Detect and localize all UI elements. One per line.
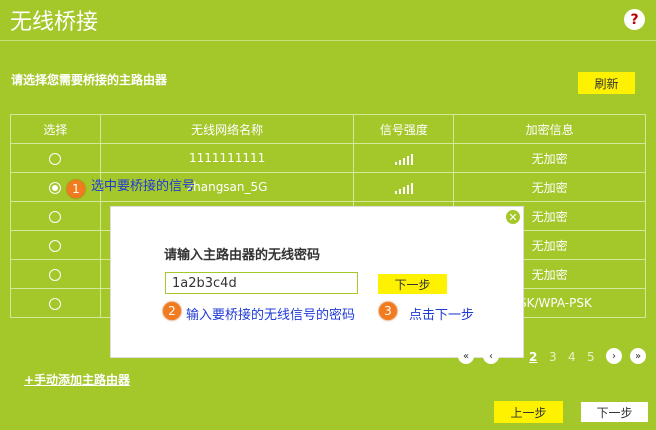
header-ssid: 无线网络名称 <box>99 114 355 144</box>
title-divider <box>0 40 656 41</box>
select-radio[interactable] <box>49 152 62 165</box>
header-select: 选择 <box>10 114 101 144</box>
refresh-button[interactable]: 刷新 <box>578 72 635 94</box>
encryption-cell: 无加密 <box>453 172 646 202</box>
signal-icon <box>394 182 413 194</box>
select-radio[interactable] <box>49 210 62 223</box>
instruction-text: 请选择您需要桥接的主路由器 <box>11 73 168 87</box>
manual-add-link[interactable]: +手动添加主路由器 <box>24 371 130 388</box>
page-link-current[interactable]: 2 <box>529 350 537 364</box>
prev-step-button[interactable]: 上一步 <box>494 401 563 423</box>
dialog-title: 请输入主路由器的无线密码 <box>164 248 321 263</box>
header-signal: 信号强度 <box>353 114 455 144</box>
dialog-next-button[interactable]: 下一步 <box>378 274 447 294</box>
annotation-text-1: 选中要桥接的信号 <box>91 179 196 194</box>
next-page-icon[interactable]: › <box>606 348 622 364</box>
header-encryption: 加密信息 <box>453 114 646 144</box>
prev-page-icon[interactable]: ‹ <box>483 348 499 364</box>
close-icon[interactable]: ✕ <box>506 210 520 224</box>
annotation-badge-3: 3 <box>379 302 397 320</box>
next-step-button[interactable]: 下一步 <box>580 401 649 423</box>
page-link[interactable]: 5 <box>587 350 595 364</box>
ssid-cell: 1111111111 <box>99 143 355 173</box>
help-icon[interactable]: ? <box>624 9 645 30</box>
select-radio[interactable] <box>49 297 62 310</box>
select-radio[interactable] <box>49 268 62 281</box>
page-link[interactable]: 3 <box>549 350 557 364</box>
select-radio[interactable] <box>49 181 62 194</box>
annotation-text-2: 输入要桥接的无线信号的密码 <box>186 308 356 323</box>
page-link[interactable]: 4 <box>568 350 576 364</box>
annotation-badge-2: 2 <box>163 302 181 320</box>
password-input[interactable] <box>165 272 358 294</box>
encryption-cell: 无加密 <box>453 143 646 173</box>
annotation-text-3: 点击下一步 <box>409 308 475 323</box>
signal-icon <box>394 153 413 165</box>
last-page-icon[interactable]: » <box>630 348 646 364</box>
page-title: 无线桥接 <box>10 10 99 35</box>
table-header: 选择 无线网络名称 信号强度 加密信息 <box>10 114 646 144</box>
first-page-icon[interactable]: « <box>458 348 474 364</box>
select-radio[interactable] <box>49 239 62 252</box>
annotation-badge-1: 1 <box>67 180 85 198</box>
table-row[interactable]: 1111111111 无加密 <box>10 143 646 173</box>
